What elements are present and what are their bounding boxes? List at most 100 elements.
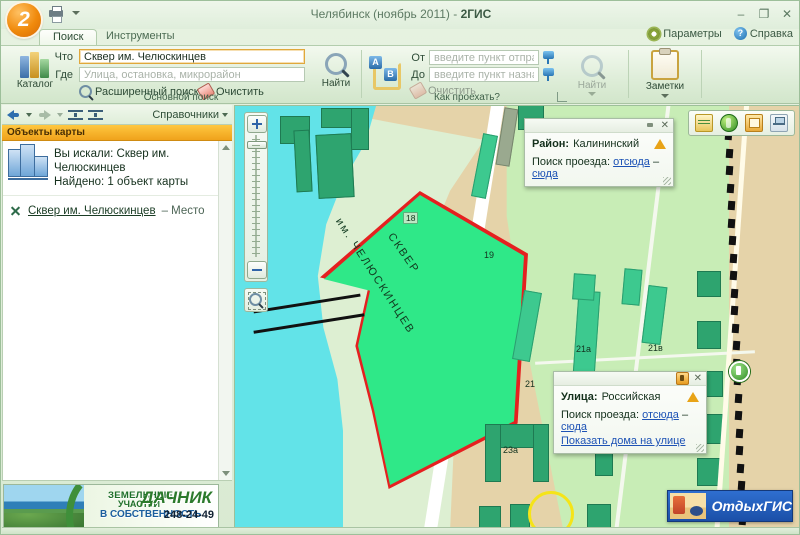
popup-district-row: Район: Калининский [532, 138, 666, 150]
pin-icon[interactable] [645, 120, 656, 131]
to-marker-icon[interactable] [542, 68, 555, 81]
where-input[interactable] [79, 67, 305, 82]
popup-route-row: Поиск проезда: отсюда – сюда [561, 409, 699, 433]
expand-icon[interactable] [88, 109, 103, 121]
popup-route-label: Поиск проезда: [561, 409, 639, 421]
list-item[interactable]: Сквер им. Челюскинцев – Место [3, 196, 232, 217]
tab-tools[interactable]: Инструменты [93, 29, 188, 45]
otdyh-gis-watermark[interactable]: ОтдыхГИС [667, 490, 793, 522]
forward-history-chevron-down-icon[interactable] [57, 112, 63, 117]
route-to-input[interactable] [429, 67, 539, 82]
warning-icon [654, 139, 666, 149]
chevron-down-icon[interactable] [588, 92, 596, 96]
notes-button[interactable]: Заметки [639, 48, 691, 98]
zoom-out-button[interactable] [247, 261, 267, 279]
maximize-button[interactable]: ❐ [758, 7, 770, 21]
route-dash: – [681, 409, 689, 421]
close-button[interactable]: ✕ [781, 7, 793, 21]
ribbon-separator-3 [701, 50, 702, 98]
popup-district-key: Район: [532, 138, 570, 150]
from-marker-icon[interactable] [542, 51, 555, 64]
popup-resize-grip[interactable] [663, 177, 671, 185]
where-label: Где [55, 69, 73, 81]
area-zoom-button[interactable] [244, 288, 268, 312]
close-icon[interactable]: ✕ [694, 373, 702, 384]
collapse-icon[interactable] [68, 109, 83, 121]
route-to-link[interactable]: сюда [532, 168, 558, 180]
map-building [587, 504, 611, 528]
minimize-button[interactable]: – [735, 7, 747, 21]
left-panel: Справочники Объекты карты Вы искали: Скв… [2, 105, 232, 534]
scroll-up-button[interactable] [219, 141, 232, 154]
result-link[interactable]: Сквер им. Челюскинцев [28, 205, 156, 217]
map-popup-street[interactable]: ✕ Улица: Российская Поиск проезда: отсюд… [553, 371, 707, 454]
photo-icon[interactable] [745, 114, 763, 132]
top-right-actions: Параметры ? Справка [648, 27, 793, 40]
forward-arrow-icon[interactable] [37, 108, 52, 121]
watermark-photo [670, 493, 706, 519]
route-from-input[interactable] [429, 50, 539, 65]
route-find-label: Найти [577, 80, 607, 91]
map-building [697, 271, 721, 297]
ruler-icon[interactable] [695, 114, 713, 132]
map-building [351, 108, 369, 150]
left-panel-toolbar: Справочники [2, 105, 232, 125]
popup-district-value: Калининский [573, 138, 640, 150]
map-station-marker[interactable] [729, 361, 750, 382]
search-summary: Вы искали: Сквер им. Челюскинцев Найдено… [3, 141, 232, 196]
advertisement-banner[interactable]: ЗЕМЕЛЬНЫЕ УЧАСТКИ В СОБСТВЕННОСТЬ ДАЧНИК… [3, 484, 219, 532]
route-dialog-launcher[interactable] [557, 92, 567, 102]
popup-titlebar: ✕ [554, 372, 706, 386]
application-window: 2 Челябинск (ноябрь 2011) - 2ГИС – ❐ ✕ П… [0, 0, 800, 535]
park-number-box: 18 [403, 212, 419, 224]
left-panel-scrollbar[interactable] [218, 141, 232, 480]
zoom-slider-track[interactable] [255, 135, 257, 257]
what-input[interactable] [79, 49, 305, 64]
ribbon-separator-2 [628, 50, 629, 98]
ribbon-group-search: Каталог Что Где Расширенный поиск Очисти… [1, 46, 361, 104]
search-find-label: Найти [321, 78, 351, 89]
back-arrow-icon[interactable] [6, 108, 21, 121]
gear-icon [648, 27, 661, 40]
map-building [533, 424, 549, 482]
back-history-chevron-down-icon[interactable] [26, 112, 32, 117]
route-from-link[interactable]: отсюда [642, 409, 679, 421]
help-label: Справка [749, 27, 793, 40]
warning-icon [687, 392, 699, 402]
map-building [315, 133, 355, 199]
reference-books-button[interactable]: Справочники [152, 109, 228, 121]
popup-titlebar: ✕ [525, 119, 673, 133]
popup-route-row: Поиск проезда: отсюда – сюда [532, 156, 666, 180]
left-panel-section-title: Объекты карты [2, 125, 232, 141]
popup-resize-grip[interactable] [696, 444, 704, 452]
magnifier-icon [581, 55, 603, 77]
route-to-link[interactable]: сюда [561, 421, 587, 433]
map-canvas[interactable]: 18 СКВЕР им. ЧЕЛЮСКИНЦЕВ 19 21 21а 21в 2… [234, 105, 799, 529]
zoom-in-button[interactable] [247, 115, 267, 133]
help-button[interactable]: ? Справка [733, 27, 793, 40]
route-from-link[interactable]: отсюда [613, 156, 650, 168]
search-find-button[interactable]: Найти [311, 53, 361, 89]
traffic-icon[interactable] [720, 114, 738, 132]
map-building-number: 21 [525, 379, 536, 389]
tab-search[interactable]: Поиск [39, 29, 98, 45]
close-icon[interactable]: ✕ [661, 120, 669, 131]
scroll-down-button[interactable] [219, 467, 232, 480]
show-houses-link[interactable]: Показать дома на улице [561, 435, 685, 447]
buildings-icon [8, 144, 48, 180]
route-dash: – [652, 156, 660, 168]
map-popup-district[interactable]: ✕ Район: Калининский Поиск проезда: отсю… [524, 118, 674, 187]
map-zoom-control[interactable] [244, 112, 268, 282]
print-map-icon[interactable] [770, 114, 788, 132]
chevron-down-icon[interactable] [661, 94, 669, 98]
window-controls: – ❐ ✕ [735, 7, 793, 21]
ribbon: Каталог Что Где Расширенный поиск Очисти… [1, 45, 799, 104]
group-name-search: Основной поиск [143, 92, 219, 103]
settings-button[interactable]: Параметры [648, 27, 722, 40]
route-find-button[interactable]: Найти [567, 55, 617, 96]
notes-label: Заметки [645, 81, 685, 92]
ribbon-separator-1 [361, 50, 362, 98]
found-count-line: Найдено: 1 объект карты [54, 176, 189, 188]
pin-icon[interactable] [675, 372, 689, 385]
popup-body: Улица: Российская Поиск проезда: отсюда … [554, 386, 706, 453]
